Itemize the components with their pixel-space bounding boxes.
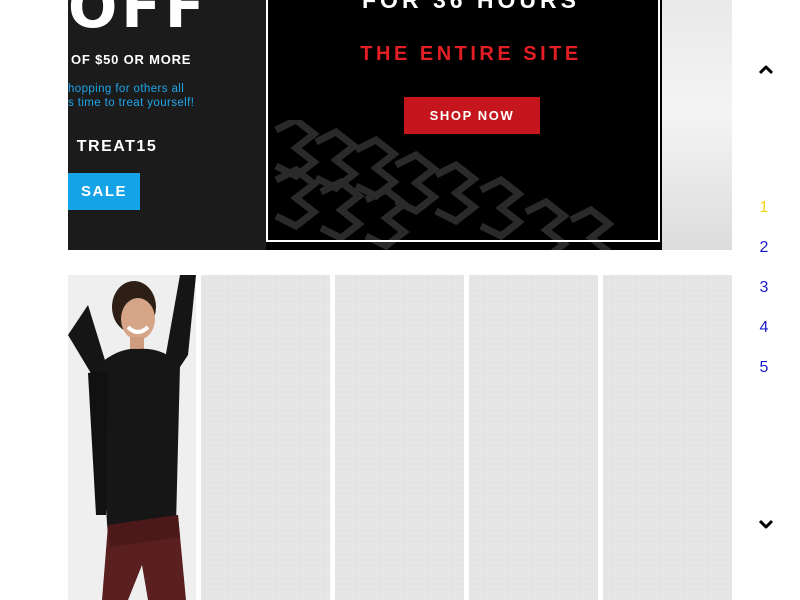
product-grid (68, 275, 732, 600)
pager-page-4[interactable]: 4 (756, 318, 772, 338)
page: OFF OF $50 OR MORE hopping for others al… (0, 0, 800, 600)
promo-slide-next[interactable] (662, 0, 732, 250)
product-tile-placeholder[interactable] (201, 275, 330, 600)
product-tile-photo[interactable] (68, 275, 196, 600)
loading-texture (335, 275, 464, 600)
promo-copy-line: hopping for others all (68, 83, 185, 95)
promo-copy: hopping for others all s time to treat y… (68, 82, 194, 110)
promo-slide-sitewide[interactable]: FOR 36 HOURS THE ENTIRE SITE SHOP NOW (266, 0, 662, 250)
shop-sale-button[interactable]: SALE (68, 173, 140, 210)
promo-minimum-text: OF $50 OR MORE (71, 52, 192, 67)
promo-code: : TREAT15 (68, 138, 158, 155)
chevron-down-icon (759, 519, 773, 529)
pager-down-button[interactable] (758, 517, 774, 531)
pager-page-1[interactable]: 1 (756, 198, 772, 218)
promo-copy-line: s time to treat yourself! (68, 97, 195, 109)
shop-now-button[interactable]: SHOP NOW (404, 97, 540, 134)
pager-page-3[interactable]: 3 (756, 278, 772, 298)
promo-scope-text: THE ENTIRE SITE (360, 43, 582, 65)
promo-headline: OFF (68, 0, 209, 41)
model-photo-image (68, 275, 196, 600)
pager-page-2[interactable]: 2 (756, 238, 772, 258)
product-tile-placeholder[interactable] (603, 275, 732, 600)
loading-texture (469, 275, 598, 600)
loading-texture (603, 275, 732, 600)
promo-slide-sale[interactable]: OFF OF $50 OR MORE hopping for others al… (68, 0, 258, 250)
vertical-pager: 1 2 3 4 5 (744, 0, 800, 600)
slide-divider (258, 0, 266, 250)
pager-page-5[interactable]: 5 (756, 358, 772, 378)
promo-banner-carousel: OFF OF $50 OR MORE hopping for others al… (68, 0, 732, 250)
product-tile-placeholder[interactable] (469, 275, 598, 600)
promo-duration-text: FOR 36 HOURS (362, 0, 580, 13)
loading-texture (201, 275, 330, 600)
pager-up-button[interactable] (758, 63, 774, 77)
product-tile-placeholder[interactable] (335, 275, 464, 600)
chevron-up-icon (759, 65, 773, 75)
